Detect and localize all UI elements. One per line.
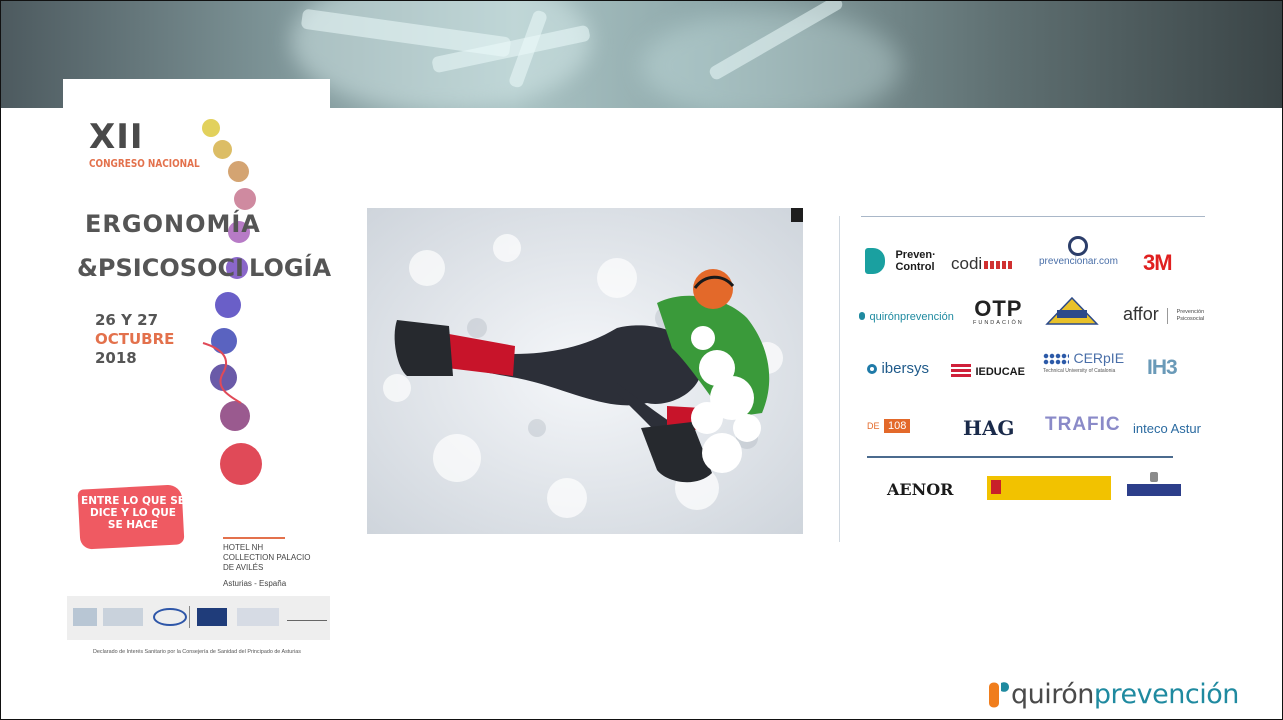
- poster-dot: [228, 161, 249, 182]
- poster-dot: [213, 140, 232, 159]
- affor-divider: [1167, 307, 1169, 324]
- poster-roman-numeral: XII: [89, 117, 144, 157]
- poster-dot: [220, 443, 262, 485]
- logo-ieducae: IEDUCAE: [951, 362, 1025, 380]
- poster-month: OCTUBRE: [95, 330, 175, 348]
- poster-dot: [215, 292, 241, 318]
- poster-congreso: CONGRESO NACIONAL: [89, 157, 200, 170]
- brand-name-a: quirón: [1011, 679, 1094, 710]
- poster-title-line2a: &PSICOSOCI: [77, 254, 244, 282]
- codi-mark: [984, 260, 1015, 269]
- slide: XII CONGRESO NACIONAL ERGONOMÍA &PSICOSO…: [0, 0, 1283, 720]
- poster-title-line1: ERGONOMÍA: [85, 210, 261, 238]
- logo-prevencionar: prevencionar.com: [1039, 236, 1118, 267]
- brand-name-b: prevención: [1093, 679, 1239, 710]
- poster-dates: 26 Y 27 OCTUBRE 2018: [95, 311, 174, 368]
- ieducae-text: IEDUCAE: [975, 366, 1025, 378]
- logo-aenor: AENOR: [887, 480, 953, 500]
- triangle-logo-icon: [1045, 296, 1099, 325]
- poster-dot: [234, 188, 256, 210]
- congress-poster: XII CONGRESO NACIONAL ERGONOMÍA &PSICOSO…: [63, 79, 332, 669]
- otp-subtext: FUNDACIÓN: [973, 320, 1024, 326]
- asturias-band: [1127, 484, 1181, 496]
- panel-left-border: [839, 216, 840, 542]
- cerpie-dots-icon: [1043, 352, 1069, 365]
- spain-shield-icon: [991, 480, 1001, 494]
- asturias-crest-icon: [1150, 472, 1158, 482]
- poster-days: 26 Y 27: [95, 311, 159, 329]
- photo-illustration: [367, 208, 803, 534]
- prevencionar-text: prevencionar.com: [1039, 256, 1118, 267]
- poster-title-line2b: LOGÍA: [249, 254, 332, 282]
- de-text: DE: [867, 421, 880, 431]
- 3m-text: 3M: [1143, 250, 1173, 275]
- organizer-logo: [103, 608, 143, 626]
- ibersys-icon: [867, 363, 877, 374]
- climber-in-snow-photo: [367, 208, 803, 534]
- prevencontrol-icon: [865, 248, 885, 274]
- quironprevencion-logo-icon: [989, 682, 1009, 708]
- logo-ih3: IH3: [1147, 356, 1178, 380]
- logo-codi: codi: [951, 254, 1015, 274]
- logo-affor: affor Prevención Psicosocial: [1123, 304, 1213, 325]
- prevencontrol-text: Preven· Control: [895, 249, 936, 273]
- affor-text: affor: [1123, 304, 1159, 324]
- panel-top-rule: [861, 216, 1205, 217]
- aenor-text: AENOR: [887, 480, 954, 499]
- cerpie-text: CERpIE: [1073, 350, 1125, 366]
- ih3-text: IH3: [1147, 356, 1178, 379]
- poster-slogan: ENTRE LO QUE SE DICE Y LO QUE SE HACE: [81, 495, 185, 531]
- organizer-logo: [153, 608, 187, 626]
- organizer-logo: [237, 608, 279, 626]
- poster-divider: [223, 537, 285, 539]
- logo-cerpie: CERpIE Technical University of Catalonia: [1043, 350, 1124, 374]
- 108-text: 108: [883, 419, 911, 433]
- quiron-small-text: quirónprevención: [869, 311, 954, 323]
- organizer-logo: [197, 608, 227, 626]
- poster-hotel: HOTEL NH COLLECTION PALACIO DE AVILÉS: [223, 543, 311, 572]
- ieducae-icon: [951, 363, 971, 378]
- quiron-small-icon: [859, 312, 865, 320]
- organizer-logo: [73, 608, 97, 626]
- organizer-logo: [189, 606, 190, 628]
- quironprevencion-logo-text: quirónprevención: [1011, 679, 1239, 710]
- trafic-text: TRAFIC: [1045, 414, 1121, 435]
- logo-ibersys: ibersys: [867, 360, 929, 378]
- panel-mid-rule: [867, 456, 1173, 458]
- logo-intecoastur: inteco Astur: [1133, 420, 1201, 438]
- otp-text: OTP: [974, 296, 1023, 321]
- logo-otp: OTP FUNDACIÓN: [973, 296, 1024, 327]
- intecoastur-text: inteco Astur: [1133, 421, 1201, 436]
- affor-subtext: Prevención Psicosocial: [1176, 308, 1205, 322]
- poster-year: 2018: [95, 349, 137, 367]
- organizer-logo: [287, 608, 327, 621]
- hag-text: HAG: [963, 416, 1015, 440]
- logo-prevencontrol: Preven· Control: [865, 248, 943, 274]
- logo-gobierno-espana: [987, 476, 1111, 500]
- ibersys-text: ibersys: [881, 360, 929, 377]
- logo-bullen: [1045, 296, 1099, 331]
- logo-de108: DE 108: [867, 416, 911, 434]
- logo-hag: HAG: [963, 416, 1015, 440]
- logo-trafic: TRAFIC: [1045, 414, 1121, 436]
- poster-place: Asturias - España: [223, 579, 287, 588]
- poster-organizer-logos: [67, 596, 330, 640]
- logo-quironprevencion-small: quirónprevención: [859, 307, 954, 325]
- poster-dot: [202, 119, 220, 137]
- sponsor-logos-panel: Preven· Control codi prevencionar.com 3M…: [839, 208, 1219, 542]
- logo-gobierno-asturias: [1127, 472, 1181, 498]
- poster-footer: Declarado de Interés Sanitario por la Co…: [93, 649, 301, 655]
- logo-3m: 3M: [1143, 250, 1173, 276]
- codi-text: codi: [951, 254, 983, 273]
- poster-curve: [202, 342, 242, 404]
- cerpie-subtext: Technical University of Catalonia: [1043, 368, 1116, 374]
- check-circle-icon: [1068, 236, 1089, 256]
